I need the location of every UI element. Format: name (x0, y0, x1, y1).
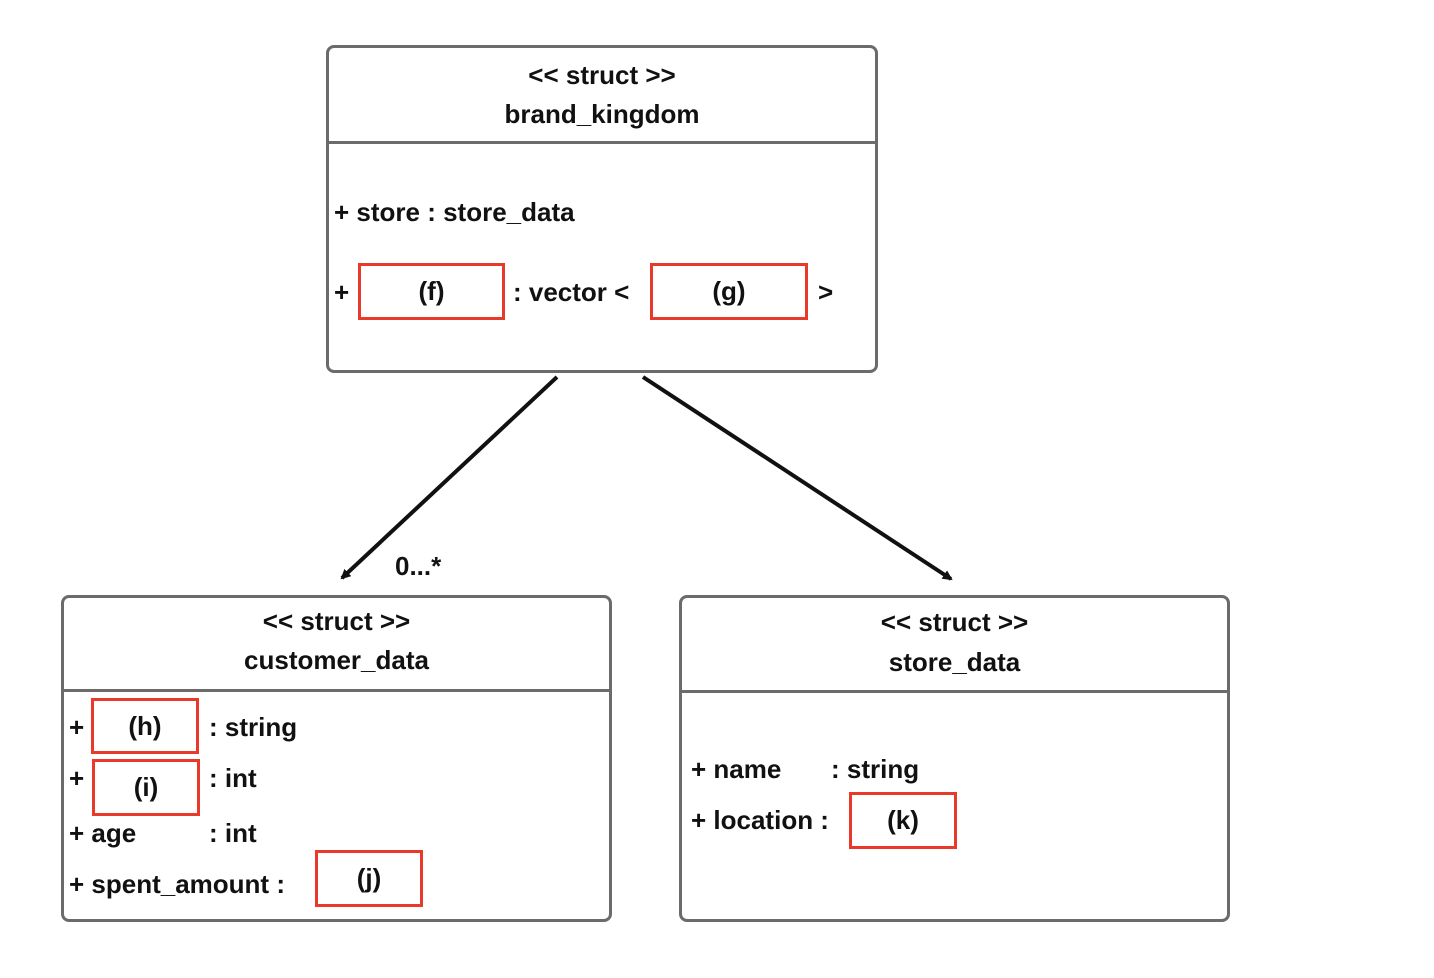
blank-i: (i) (92, 759, 200, 816)
blank-g: (g) (650, 263, 808, 320)
attribute-prefix: + (334, 277, 350, 307)
attribute-age: + age (69, 818, 137, 848)
attribute-prefix: + (69, 712, 85, 742)
stereotype-label: << struct >> (880, 607, 1029, 637)
stereotype-label: << struct >> (528, 60, 676, 90)
divider (329, 141, 875, 144)
blank-j: (j) (315, 850, 423, 907)
divider (682, 690, 1227, 693)
divider (64, 689, 609, 692)
blank-f: (f) (358, 263, 505, 320)
stereotype-label: << struct >> (262, 606, 411, 636)
attribute-store: + store : store_data (334, 197, 575, 227)
attribute-type: : string (831, 754, 920, 784)
attribute-type: : int (209, 763, 257, 793)
arrow-to-customer-data (340, 375, 559, 580)
multiplicity-label: 0...* (395, 551, 442, 581)
blank-label: (g) (712, 276, 746, 306)
attribute-type: : int (209, 818, 257, 848)
blank-label: (i) (133, 772, 159, 802)
blank-label: (k) (887, 805, 919, 835)
blank-h: (h) (91, 698, 199, 754)
attribute-spent-amount: + spent_amount : (69, 869, 285, 899)
attribute-name: + name (691, 754, 782, 784)
attribute-prefix: + (69, 763, 85, 793)
attribute-location: + location : (691, 805, 829, 835)
blank-label: (f) (418, 276, 445, 306)
blank-label: (j) (356, 863, 382, 893)
arrow-to-store-data (641, 375, 953, 581)
struct-name: customer_data (244, 645, 429, 675)
blank-label: (h) (128, 710, 162, 741)
attribute-type: : vector < (513, 277, 630, 307)
struct-name: store_data (888, 647, 1021, 677)
attribute-type: : string (209, 712, 298, 742)
attribute-type-close: > (818, 277, 834, 307)
blank-k: (k) (849, 792, 957, 849)
struct-name: brand_kingdom (504, 99, 700, 129)
